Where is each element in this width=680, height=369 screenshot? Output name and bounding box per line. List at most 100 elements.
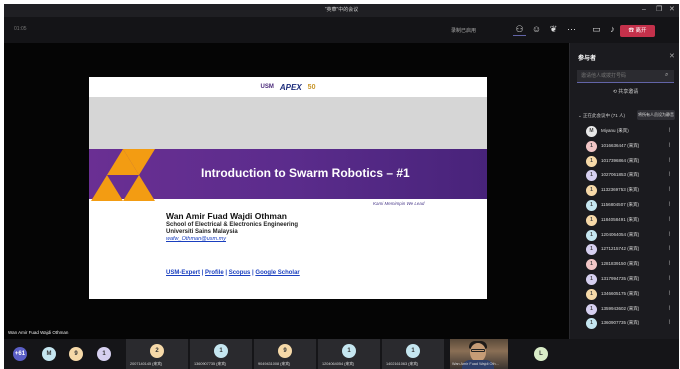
mic-muted-icon: ⌇ — [668, 246, 671, 253]
apex-logo: APEX — [279, 82, 302, 92]
participant-row[interactable]: M Miyanu (来宾) ⌇ — [570, 123, 679, 138]
participant-row[interactable]: 1 1281839150 (来宾) ⌇ — [570, 256, 679, 271]
mic-icon[interactable]: ♪ — [606, 23, 619, 36]
participant-row[interactable]: 1 1016636447 (来宾) ⌇ — [570, 138, 679, 153]
link-scopus[interactable]: Scopus — [229, 270, 251, 276]
reactions-icon[interactable]: ❦ — [547, 23, 560, 36]
participant-tile[interactable]: 9 9049431008 (来宾) — [254, 339, 316, 369]
participant-row[interactable]: 1 1204064054 (来宾) ⌇ — [570, 227, 679, 242]
meeting-toolbar: 01:05 录制已启用 ⚇ ☺ ❦ ⋯ ▭ ♪ ▣ ☎ 离开 — [4, 17, 679, 43]
presenter-school: School of Electrical & Electronics Engin… — [166, 222, 299, 228]
recording-status: 录制已启用 — [451, 28, 477, 34]
participant-row[interactable]: 1 1359943602 (来宾) ⌇ — [570, 301, 679, 316]
tile-label: 1402161063 (来宾) — [386, 362, 419, 366]
mic-muted-icon: ⌇ — [668, 157, 671, 164]
avatar[interactable]: M — [42, 347, 56, 361]
title-bar: "英華"中的会议 – ❐ ✕ — [4, 4, 679, 17]
teams-window: "英華"中的会议 – ❐ ✕ 01:05 录制已启用 ⚇ ☺ ❦ ⋯ ▭ ♪ ▣… — [4, 4, 679, 369]
tile-label: 1360907735 (来宾) — [194, 362, 227, 366]
participant-row[interactable]: 1 1184058491 (来宾) ⌇ — [570, 212, 679, 227]
avatar: 1 — [586, 199, 597, 211]
mic-muted-icon: ⌇ — [668, 187, 671, 194]
presenter-name: Wan Amir Fuad Wajdi Othman — [166, 211, 287, 221]
participant-video[interactable]: Wan Amir Fuad Wajdi Oth... — [450, 339, 508, 369]
participant-row[interactable]: 1 1271215742 (来宾) ⌇ — [570, 241, 679, 256]
mic-muted-icon: ⌇ — [668, 142, 671, 149]
tile-label: 9049431008 (来宾) — [258, 362, 291, 366]
avatar: 1 — [586, 170, 597, 182]
profile-links: USM-Expert | Profile | Scopus | Google S… — [166, 270, 300, 276]
leave-button[interactable]: ☎ 离开 — [620, 25, 655, 37]
more-participants-badge[interactable]: +61 — [13, 347, 27, 361]
avatar: 1 — [586, 229, 597, 241]
participant-row[interactable]: 1 1017396864 (来宾) ⌇ — [570, 153, 679, 168]
presenter-university: Universiti Sains Malaysia — [166, 229, 238, 235]
more-icon[interactable]: ⋯ — [565, 23, 578, 36]
video-label: Wan Amir Fuad Wajdi Oth... — [452, 362, 499, 366]
participants-panel: 参与者 ✕ ⌕ ⟲ 共享邀请 ⌄ 正在此会议中 (71 人) 将所有人员设为静音… — [569, 43, 679, 339]
camera-icon[interactable]: ▭ — [590, 23, 603, 36]
slide-logos: USM APEX 50 — [89, 77, 487, 97]
participant-name: 1317994735 (来宾) — [601, 275, 640, 281]
tile-label: 2007140145 (来宾) — [130, 362, 163, 366]
avatar[interactable]: 1 — [97, 347, 111, 361]
avatar: 1 — [342, 344, 356, 358]
mic-muted-icon: ⌇ — [668, 231, 671, 238]
avatar: 1 — [586, 273, 597, 285]
participant-name: 1204064054 (来宾) — [601, 231, 640, 237]
anniversary-logo: 50 — [307, 83, 316, 91]
panel-title: 参与者 — [578, 56, 597, 62]
participant-tile[interactable]: 2 2007140145 (来宾) — [126, 339, 188, 369]
participant-row[interactable]: 1 1360907735 (来宾) ⌇ — [570, 315, 679, 330]
mic-muted-icon: ⌇ — [668, 201, 671, 208]
participant-row[interactable]: 1 1132369753 (来宾) ⌇ — [570, 182, 679, 197]
participant-tile[interactable]: 1 1204064054 (来宾) — [318, 339, 380, 369]
participant-tile[interactable]: 1 1402161063 (来宾) — [382, 339, 444, 369]
link-usm-expert[interactable]: USM-Expert — [166, 270, 200, 276]
triangle-decoration — [123, 175, 155, 201]
chat-icon[interactable]: ☺ — [530, 23, 543, 36]
mic-muted-icon: ⌇ — [668, 128, 671, 134]
slide-title: Introduction to Swarm Robotics – #1 — [201, 166, 410, 180]
participant-name: 1359943602 (来宾) — [601, 305, 640, 311]
people-icon[interactable]: ⚇ — [513, 23, 526, 36]
participant-name: 1016636447 (来宾) — [601, 142, 640, 148]
avatar[interactable]: L — [534, 347, 548, 361]
avatar: M — [586, 126, 597, 137]
maximize-icon[interactable]: ❐ — [656, 5, 662, 15]
participant-tile[interactable]: 1 1360907735 (来宾) — [190, 339, 252, 369]
section-header[interactable]: ⌄ 正在此会议中 (71 人) — [578, 113, 625, 119]
close-icon[interactable]: ✕ — [669, 52, 675, 60]
avatar: 1 — [586, 288, 597, 300]
participant-row[interactable]: 1 1346605175 (来宾) ⌇ — [570, 286, 679, 301]
participant-name: 1184058491 (来宾) — [601, 216, 639, 222]
link-profile[interactable]: Profile — [205, 270, 224, 276]
participant-row[interactable]: 1 1156804507 (来宾) ⌇ — [570, 197, 679, 212]
close-icon[interactable]: ✕ — [669, 5, 675, 15]
presenter-email[interactable]: wafw_Othman@usm.my — [166, 236, 298, 242]
participant-name: 1027061853 (来宾) — [601, 172, 640, 178]
tile-label: 1204064054 (来宾) — [322, 362, 355, 366]
minimize-icon[interactable]: – — [642, 5, 646, 15]
participant-name: 1156804507 (来宾) — [601, 201, 639, 207]
participant-name: 1346605175 (来宾) — [601, 290, 640, 296]
avatar[interactable]: 9 — [69, 347, 83, 361]
participant-list: M Miyanu (来宾) ⌇ 1 1016636447 (来宾) ⌇ 1 101739686… — [570, 123, 679, 330]
window-title: "英華"中的会议 — [324, 7, 359, 13]
mute-all-button[interactable]: 将所有人员设为静音 — [637, 110, 675, 120]
avatar: 1 — [586, 140, 597, 152]
participant-name: 1132369753 (来宾) — [601, 187, 639, 193]
participant-name: 1017396864 (来宾) — [601, 157, 640, 163]
slide-tagline: Kami Memimpin We Lead — [373, 201, 425, 206]
avatar: 1 — [586, 155, 597, 167]
avatar: 1 — [586, 303, 597, 315]
triangle-decoration — [91, 175, 123, 201]
avatar: 1 — [586, 185, 597, 197]
link-google-scholar[interactable]: Google Scholar — [255, 270, 299, 276]
search-input[interactable] — [577, 70, 674, 83]
participant-name: Miyanu (来宾) — [601, 128, 629, 133]
mic-muted-icon: ⌇ — [668, 172, 671, 179]
share-invite-button[interactable]: ⟲ 共享邀请 — [577, 87, 674, 98]
participant-row[interactable]: 1 1317994735 (来宾) ⌇ — [570, 271, 679, 286]
participant-row[interactable]: 1 1027061853 (来宾) ⌇ — [570, 167, 679, 182]
